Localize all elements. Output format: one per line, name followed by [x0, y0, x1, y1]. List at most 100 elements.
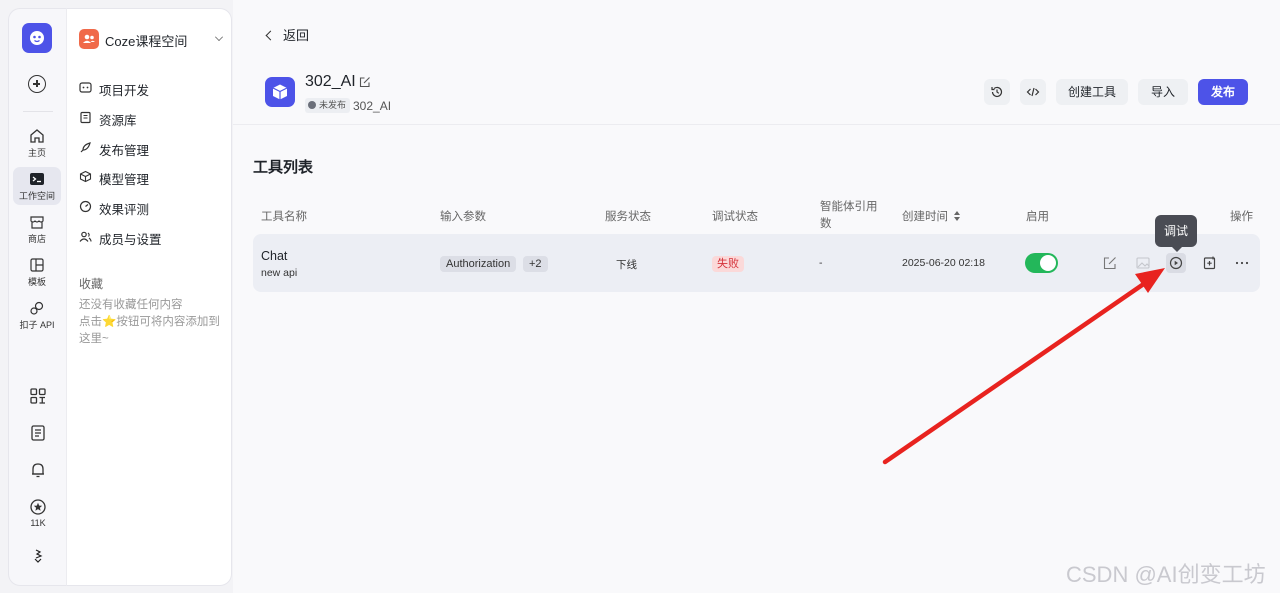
header-divider: [233, 124, 1280, 125]
edit-icon[interactable]: [359, 76, 371, 88]
coze-logo-icon[interactable]: [22, 23, 52, 53]
menu-item-models[interactable]: 模型管理: [79, 166, 223, 188]
menu-item-members[interactable]: 成员与设置: [79, 226, 223, 248]
left-rail: 主页 工作空间 商店 模板 扣子 API 11K: [8, 8, 66, 586]
plugin-title: 302_AI: [305, 73, 356, 90]
rail-label-home: 主页: [27, 148, 46, 158]
tool-name: Chat: [261, 249, 288, 263]
column-header-service-status: 服务状态: [605, 211, 651, 223]
column-header-created-at-label: 创建时间: [902, 211, 948, 223]
column-header-actions: 操作: [1230, 211, 1253, 223]
code-button[interactable]: [1020, 79, 1046, 105]
workspace-switcher[interactable]: Coze课程空间: [79, 28, 223, 50]
favorites-title: 收藏: [79, 277, 104, 291]
rail-item-store[interactable]: 商店: [13, 210, 61, 248]
cube-icon: [79, 170, 92, 183]
workspace-sidebar: Coze课程空间 项目开发 资源库 发布管理 模型管理 效果评测 成员与设置 收…: [66, 8, 232, 586]
user-avatar-icon[interactable]: [29, 547, 47, 565]
menu-label: 发布管理: [99, 144, 150, 158]
tool-description: new api: [261, 267, 298, 279]
api-icon: [30, 301, 44, 315]
plugin-cube-icon: [265, 77, 295, 107]
document-icon[interactable]: [29, 424, 47, 442]
chevron-left-icon: [265, 30, 276, 41]
star-count: 11K: [30, 518, 46, 528]
sort-icon[interactable]: [954, 211, 961, 221]
star-icon[interactable]: [29, 498, 47, 516]
create-plus-icon[interactable]: [28, 75, 46, 93]
menu-item-project[interactable]: 项目开发: [79, 77, 223, 99]
template-icon: [30, 258, 44, 272]
store-icon: [30, 216, 44, 229]
plugin-subtitle: 302_AI: [353, 99, 392, 113]
rail-item-home[interactable]: 主页: [13, 124, 61, 162]
play-circle-icon: [1169, 256, 1183, 270]
home-icon: [30, 129, 44, 143]
rail-label-template: 模板: [27, 277, 46, 287]
clock-icon: [308, 101, 316, 109]
column-header-name: 工具名称: [261, 211, 307, 223]
menu-item-publish[interactable]: 发布管理: [79, 137, 223, 159]
chevron-down-icon: [215, 33, 223, 41]
column-header-agent-refs: 智能体引用数: [820, 201, 878, 230]
rail-item-template[interactable]: 模板: [13, 253, 61, 291]
back-link[interactable]: 返回: [265, 25, 310, 44]
terminal-icon: [30, 173, 44, 185]
edit-icon[interactable]: [1102, 255, 1118, 271]
bell-icon[interactable]: [29, 461, 47, 479]
project-icon: [79, 82, 92, 93]
debug-tooltip: 调试: [1155, 215, 1197, 252]
library-icon: [80, 111, 91, 124]
rail-item-api[interactable]: 扣子 API: [13, 296, 61, 334]
duplicate-icon[interactable]: [1202, 255, 1218, 271]
history-icon: [991, 86, 1003, 98]
workspace-name: Coze课程空间: [105, 34, 188, 49]
toggle-knob: [1040, 255, 1056, 271]
status-badge: 未发布: [305, 98, 351, 113]
agent-ref-count: -: [819, 257, 823, 269]
publish-button[interactable]: 发布: [1198, 79, 1248, 105]
status-badge-label: 未发布: [319, 100, 347, 110]
favorites-empty-line-2: 点击⭐按钮可将内容添加到这里~: [79, 316, 220, 345]
column-header-debug-status: 调试状态: [712, 211, 758, 223]
create-tool-button[interactable]: 创建工具: [1056, 79, 1128, 105]
image-icon[interactable]: [1135, 255, 1151, 271]
rocket-icon: [80, 142, 91, 153]
enable-toggle[interactable]: [1025, 253, 1058, 273]
back-label: 返回: [283, 28, 310, 43]
menu-item-evaluation[interactable]: 效果评测: [79, 196, 223, 218]
column-header-params: 输入参数: [440, 211, 486, 223]
members-icon: [79, 231, 92, 242]
rail-item-workspace[interactable]: 工作空间: [13, 167, 61, 205]
menu-label: 项目开发: [99, 84, 150, 98]
debug-run-button[interactable]: [1166, 253, 1186, 273]
workspace-avatar-icon: [79, 29, 99, 49]
code-icon: [1026, 87, 1040, 97]
created-at: 2025-06-20 02:18: [902, 257, 985, 269]
debug-status-badge: 失败: [712, 256, 744, 272]
menu-item-library[interactable]: 资源库: [79, 107, 223, 129]
favorites-empty-line-1: 还没有收藏任何内容: [79, 299, 183, 311]
param-tag: Authorization: [440, 256, 517, 272]
column-header-created-at[interactable]: 创建时间: [902, 208, 961, 224]
menu-label: 成员与设置: [99, 233, 162, 247]
apps-grid-icon[interactable]: [29, 387, 47, 405]
history-button[interactable]: [984, 79, 1010, 105]
rail-divider: [23, 111, 53, 112]
more-icon[interactable]: [1234, 255, 1250, 271]
gauge-icon: [79, 200, 92, 213]
column-header-enabled: 启用: [1026, 211, 1049, 223]
main-content: 返回 302_AI 未发布 302_AI 创建工具 导入 发布 工具列表 工具名…: [233, 0, 1280, 593]
table-row[interactable]: Chat new api Authorization +2 下线 失败 - 20…: [253, 234, 1260, 292]
tool-list-title: 工具列表: [253, 159, 314, 176]
import-button[interactable]: 导入: [1138, 79, 1188, 105]
rail-label-store: 商店: [27, 234, 46, 244]
rail-label-workspace: 工作空间: [18, 191, 55, 201]
menu-label: 效果评测: [99, 203, 150, 217]
param-more-tag[interactable]: +2: [523, 256, 548, 272]
favorites-empty-text: 还没有收藏任何内容 点击⭐按钮可将内容添加到这里~: [79, 297, 229, 348]
service-status: 下线: [616, 259, 637, 271]
rail-label-api: 扣子 API: [19, 320, 55, 330]
menu-label: 资源库: [99, 114, 137, 128]
watermark: CSDN @AI创变工坊: [1066, 562, 1266, 587]
